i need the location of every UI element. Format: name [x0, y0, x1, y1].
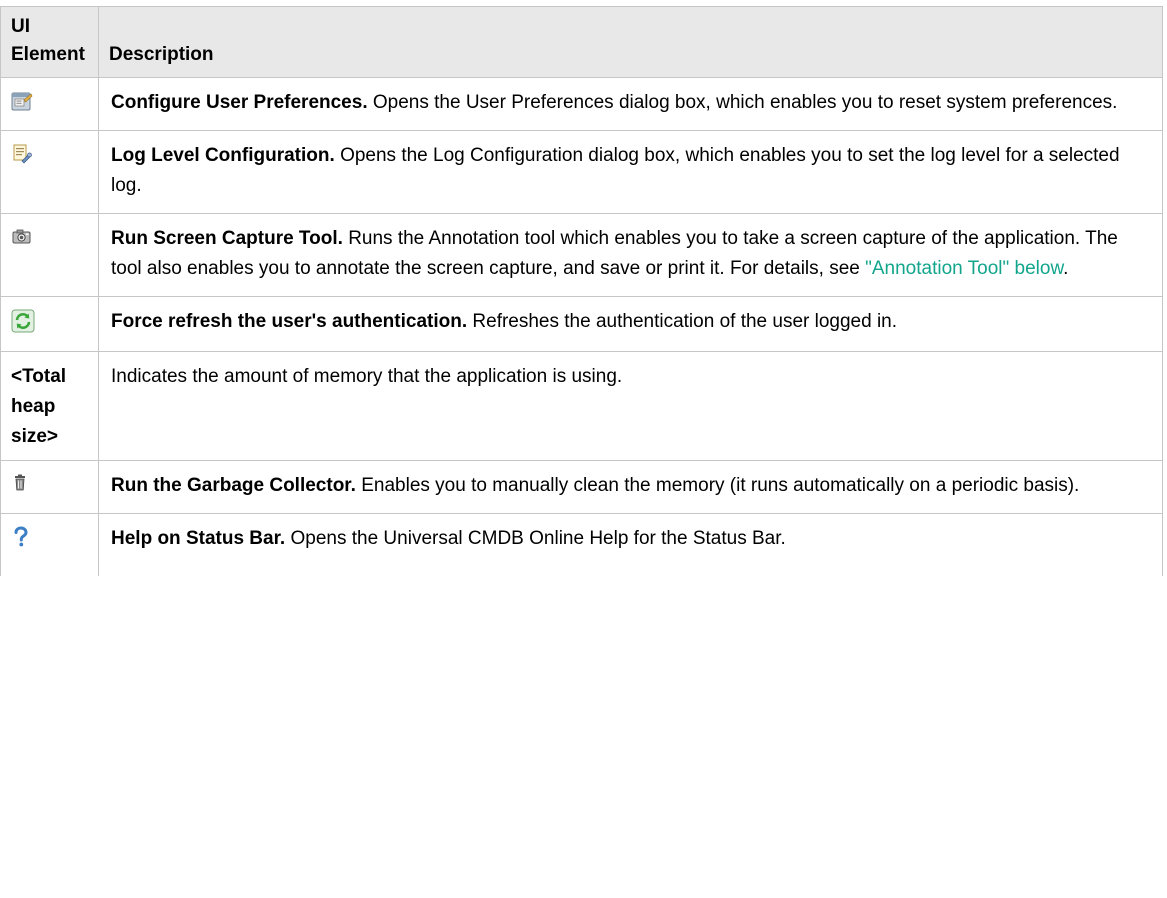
description-cell: Run the Garbage Collector. Enables you t…	[98, 460, 1163, 514]
term-label: Help on Status Bar.	[111, 528, 286, 549]
help-icon	[11, 526, 31, 558]
table-header-row: UI Element Description	[0, 6, 1163, 78]
ui-element-cell: <Total heap size>	[0, 351, 99, 461]
annotation-tool-link[interactable]: "Annotation Tool" below	[865, 258, 1063, 279]
ui-element-cell	[0, 296, 99, 352]
table-row: Configure User Preferences. Opens the Us…	[0, 77, 1163, 131]
description-text: Indicates the amount of memory that the …	[111, 366, 623, 387]
log-level-configuration-icon	[11, 143, 33, 175]
term-label: Log Level Configuration.	[111, 145, 335, 166]
description-cell: Configure User Preferences. Opens the Us…	[98, 77, 1163, 131]
description-cell: Force refresh the user's authentication.…	[98, 296, 1163, 352]
description-text: Opens the Universal CMDB Online Help for…	[290, 528, 786, 549]
ui-element-cell	[0, 460, 99, 514]
description-text: Opens the User Preferences dialog box, w…	[372, 92, 1118, 113]
ui-element-cell	[0, 513, 99, 576]
trash-icon	[11, 473, 31, 503]
table-row: <Total heap size> Indicates the amount o…	[0, 351, 1163, 461]
description-cell: Help on Status Bar. Opens the Universal …	[98, 513, 1163, 576]
term-label: Run Screen Capture Tool.	[111, 228, 343, 249]
ui-elements-table: UI Element Description Configure User Pr…	[0, 6, 1163, 576]
description-cell: Indicates the amount of memory that the …	[98, 351, 1163, 461]
description-text: Enables you to manually clean the memory…	[361, 475, 1080, 496]
table-row: Help on Status Bar. Opens the Universal …	[0, 513, 1163, 576]
table-row: Log Level Configuration. Opens the Log C…	[0, 130, 1163, 214]
header-ui-element: UI Element	[0, 6, 99, 78]
table-row: Run the Garbage Collector. Enables you t…	[0, 460, 1163, 514]
table-row: Force refresh the user's authentication.…	[0, 296, 1163, 352]
description-suffix: .	[1063, 258, 1069, 279]
camera-icon	[11, 226, 33, 258]
description-cell: Log Level Configuration. Opens the Log C…	[98, 130, 1163, 214]
ui-element-cell	[0, 77, 99, 131]
table-row: Run Screen Capture Tool. Runs the Annota…	[0, 213, 1163, 297]
term-label: Configure User Preferences.	[111, 92, 368, 113]
description-text: Refreshes the authentication of the user…	[472, 311, 898, 332]
refresh-icon	[11, 309, 35, 343]
ui-element-cell	[0, 130, 99, 214]
total-heap-size-label: <Total heap size>	[11, 366, 67, 447]
ui-element-cell	[0, 213, 99, 297]
header-description: Description	[98, 6, 1163, 78]
description-cell: Run Screen Capture Tool. Runs the Annota…	[98, 213, 1163, 297]
user-preferences-icon	[11, 90, 33, 122]
term-label: Force refresh the user's authentication.	[111, 311, 468, 332]
term-label: Run the Garbage Collector.	[111, 475, 356, 496]
